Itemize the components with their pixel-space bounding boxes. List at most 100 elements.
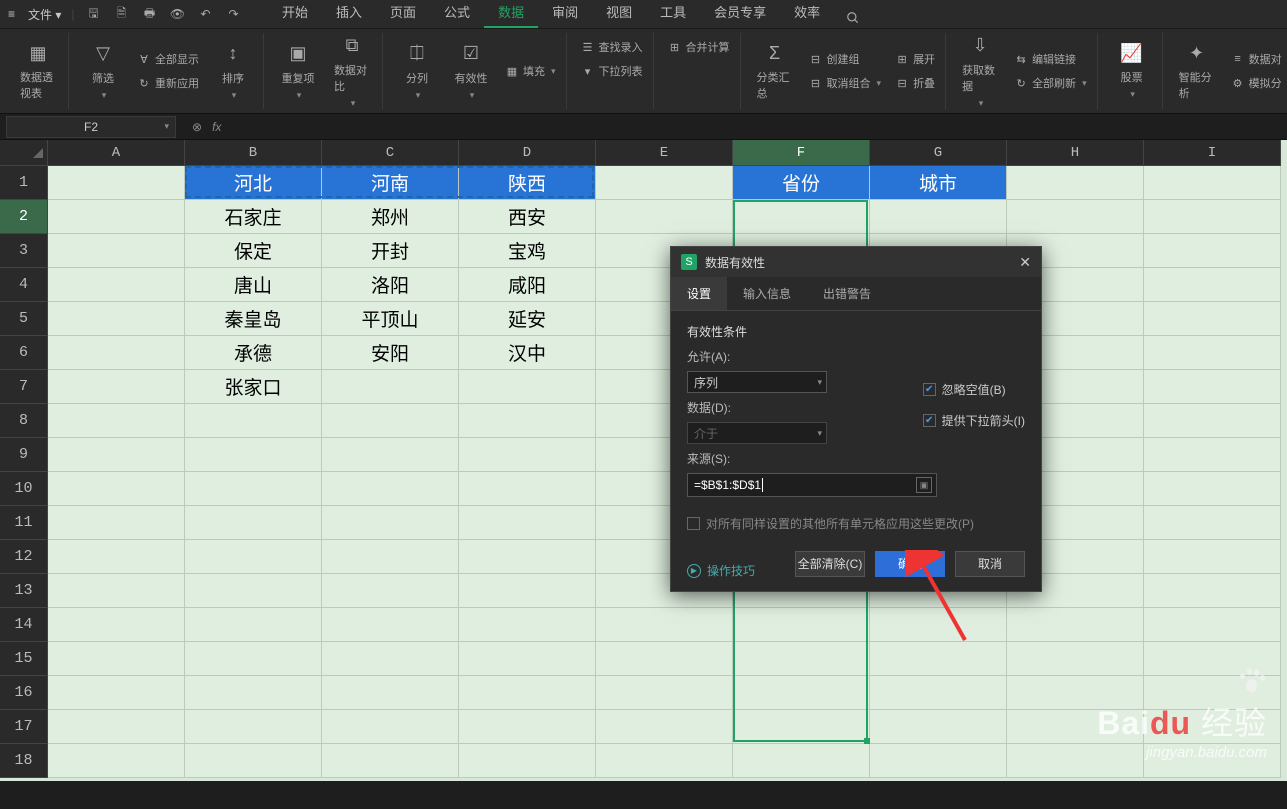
cell-E17[interactable] <box>596 710 733 744</box>
cell-I5[interactable] <box>1144 302 1281 336</box>
cell-E14[interactable] <box>596 608 733 642</box>
cell-G17[interactable] <box>870 710 1007 744</box>
cell-C15[interactable] <box>322 642 459 676</box>
col-header-H[interactable]: H <box>1007 140 1144 166</box>
cell-C10[interactable] <box>322 472 459 506</box>
cell-B3[interactable]: 保定 <box>185 234 322 268</box>
cell-I2[interactable] <box>1144 200 1281 234</box>
cell-I18[interactable] <box>1144 744 1281 778</box>
col-header-E[interactable]: E <box>596 140 733 166</box>
dialog-titlebar[interactable]: S 数据有效性 ✕ <box>671 247 1041 277</box>
cell-H18[interactable] <box>1007 744 1144 778</box>
cancel-button[interactable]: 取消 <box>955 551 1025 577</box>
row-header-12[interactable]: 12 <box>0 540 48 574</box>
col-header-D[interactable]: D <box>459 140 596 166</box>
redo-icon[interactable]: ↷ <box>225 5 243 23</box>
cell-H17[interactable] <box>1007 710 1144 744</box>
cell-G15[interactable] <box>870 642 1007 676</box>
ungroup-button[interactable]: ⊟取消组合 <box>805 73 886 93</box>
cell-C4[interactable]: 洛阳 <box>322 268 459 302</box>
row-header-8[interactable]: 8 <box>0 404 48 438</box>
file-menu[interactable]: 文件 ▾ <box>28 6 61 23</box>
cell-D10[interactable] <box>459 472 596 506</box>
cell-D6[interactable]: 汉中 <box>459 336 596 370</box>
dialog-tab-0[interactable]: 设置 <box>671 277 727 310</box>
cell-C6[interactable]: 安阳 <box>322 336 459 370</box>
dialog-tab-2[interactable]: 出错警告 <box>807 277 887 310</box>
source-input[interactable]: =$B$1:$D$1 ▣ <box>687 473 937 497</box>
cell-D3[interactable]: 宝鸡 <box>459 234 596 268</box>
get-data-button[interactable]: ⇩ 获取数据 <box>956 30 1004 113</box>
cell-D4[interactable]: 咸阳 <box>459 268 596 302</box>
formula-input[interactable] <box>231 116 1287 138</box>
row-header-17[interactable]: 17 <box>0 710 48 744</box>
menu-tab-9[interactable]: 效率 <box>780 0 834 28</box>
cell-D5[interactable]: 延安 <box>459 302 596 336</box>
row-header-14[interactable]: 14 <box>0 608 48 642</box>
collapse-button[interactable]: ⊟折叠 <box>891 73 939 93</box>
menu-tab-4[interactable]: 数据 <box>484 0 538 28</box>
cell-A12[interactable] <box>48 540 185 574</box>
cell-B2[interactable]: 石家庄 <box>185 200 322 234</box>
cell-D11[interactable] <box>459 506 596 540</box>
col-header-B[interactable]: B <box>185 140 322 166</box>
cell-A5[interactable] <box>48 302 185 336</box>
cell-B18[interactable] <box>185 744 322 778</box>
edit-links-button[interactable]: ⇆编辑链接 <box>1010 49 1091 69</box>
cell-I8[interactable] <box>1144 404 1281 438</box>
name-box[interactable]: F2▾ <box>6 116 176 138</box>
cell-D2[interactable]: 西安 <box>459 200 596 234</box>
cell-C17[interactable] <box>322 710 459 744</box>
print-icon[interactable]: 🖶 <box>141 5 159 23</box>
cell-G16[interactable] <box>870 676 1007 710</box>
cell-C2[interactable]: 郑州 <box>322 200 459 234</box>
cell-A1[interactable] <box>48 166 185 200</box>
cell-C1[interactable]: 河南 <box>322 166 459 200</box>
cell-B1[interactable]: 河北 <box>185 166 322 200</box>
cell-I3[interactable] <box>1144 234 1281 268</box>
select-all-corner[interactable] <box>0 140 48 166</box>
cancel-fx-icon[interactable]: ⊗ <box>192 120 202 134</box>
clear-all-button[interactable]: 全部清除(C) <box>795 551 865 577</box>
operation-tips-link[interactable]: ▶ 操作技巧 <box>687 562 755 579</box>
cell-G1[interactable]: 城市 <box>870 166 1007 200</box>
cell-B16[interactable] <box>185 676 322 710</box>
cell-F15[interactable] <box>733 642 870 676</box>
cell-A2[interactable] <box>48 200 185 234</box>
cell-A16[interactable] <box>48 676 185 710</box>
menu-tab-6[interactable]: 视图 <box>592 0 646 28</box>
showall-button[interactable]: ∀全部显示 <box>133 49 203 69</box>
print-preview-icon[interactable]: 👁 <box>169 5 187 23</box>
cell-I15[interactable] <box>1144 642 1281 676</box>
menu-tab-1[interactable]: 插入 <box>322 0 376 28</box>
subtotal-button[interactable]: Σ 分类汇总 <box>751 37 799 105</box>
row-header-13[interactable]: 13 <box>0 574 48 608</box>
cell-D7[interactable] <box>459 370 596 404</box>
cell-F18[interactable] <box>733 744 870 778</box>
find-record-button[interactable]: ☰查找录入 <box>577 37 647 57</box>
ok-button[interactable]: 确定 <box>875 551 945 577</box>
cell-B7[interactable]: 张家口 <box>185 370 322 404</box>
fill-button[interactable]: ▦填充 <box>501 61 560 81</box>
cell-C3[interactable]: 开封 <box>322 234 459 268</box>
col-header-G[interactable]: G <box>870 140 1007 166</box>
cell-I6[interactable] <box>1144 336 1281 370</box>
row-header-7[interactable]: 7 <box>0 370 48 404</box>
menu-tab-5[interactable]: 审阅 <box>538 0 592 28</box>
cell-C8[interactable] <box>322 404 459 438</box>
cell-H14[interactable] <box>1007 608 1144 642</box>
cell-A15[interactable] <box>48 642 185 676</box>
cell-H1[interactable] <box>1007 166 1144 200</box>
cell-I1[interactable] <box>1144 166 1281 200</box>
row-header-2[interactable]: 2 <box>0 200 48 234</box>
cell-D14[interactable] <box>459 608 596 642</box>
apply-all-checkbox[interactable]: ✔ 对所有同样设置的其他所有单元格应用这些更改(P) <box>687 515 974 532</box>
pivot-table-button[interactable]: ▦ 数据透视表 <box>14 37 62 105</box>
cell-E18[interactable] <box>596 744 733 778</box>
cell-A14[interactable] <box>48 608 185 642</box>
col-header-F[interactable]: F <box>733 140 870 166</box>
cell-B14[interactable] <box>185 608 322 642</box>
menu-icon[interactable]: ≡ <box>8 7 18 21</box>
spreadsheet-grid[interactable]: ABCDEFGHI 123456789101112131415161718 河北… <box>0 140 1287 781</box>
cell-B13[interactable] <box>185 574 322 608</box>
